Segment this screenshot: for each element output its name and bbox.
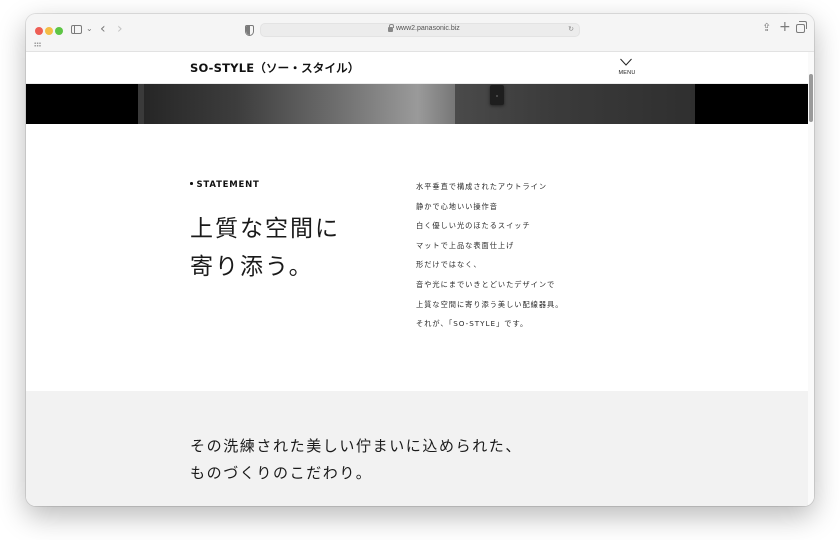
site-header: SO-STYLE（ソー・スタイル） MENU xyxy=(26,52,808,84)
bullet-dot xyxy=(190,182,193,185)
statement-body: 水平垂直で構成されたアウトライン 静かで心地いい操作音 白く優しい光のほたるスイ… xyxy=(416,182,563,339)
statement-line: 白く優しい光のほたるスイッチ xyxy=(416,221,531,231)
statement-line: それが、「SO-STYLE」です。 xyxy=(416,319,529,329)
forward-icon[interactable]: › xyxy=(117,22,123,36)
address-bar[interactable]: www2.panasonic.biz ↻ xyxy=(260,23,580,37)
statement-section: STATEMENT 上質な空間に 寄り添う。 水平垂直で構成されたアウトライン … xyxy=(26,124,808,391)
chevron-down-icon[interactable]: ⌄ xyxy=(86,25,93,33)
menu-label: MENU xyxy=(618,70,636,76)
menu-button[interactable]: MENU xyxy=(616,57,638,81)
craftsmanship-section: その洗練された美しい佇まいに込められた、 ものづくりのこだわり。 xyxy=(26,391,808,506)
statement-label-text: STATEMENT xyxy=(196,180,260,190)
back-icon[interactable]: ‹ xyxy=(100,22,106,36)
sidebar-icon[interactable] xyxy=(71,25,82,34)
statement-line: 水平垂直で構成されたアウトライン xyxy=(416,182,548,191)
share-icon[interactable]: ⇪ xyxy=(762,22,771,33)
craftsmanship-heading-line1: その洗練された美しい佇まいに込められた、 xyxy=(190,437,523,455)
statement-heading-line1: 上質な空間に xyxy=(190,216,340,242)
lock-icon xyxy=(388,24,394,32)
statement-heading-line2: 寄り添う。 xyxy=(190,254,314,280)
hero-image xyxy=(26,84,808,124)
hero-image-wall xyxy=(144,84,455,124)
url-text[interactable]: www2.panasonic.biz xyxy=(396,25,460,32)
site-title[interactable]: SO-STYLE（ソー・スタイル） xyxy=(190,60,360,76)
statement-line: 音や光にまでいきとどいたデザインで xyxy=(416,279,556,289)
tabs-icon[interactable] xyxy=(796,21,807,33)
reload-icon[interactable]: ↻ xyxy=(568,25,574,33)
statement-line: マットで上品な表面仕上げ xyxy=(416,240,515,250)
menu-chevron-icon xyxy=(620,58,632,66)
grid-icon[interactable] xyxy=(34,42,41,47)
browser-toolbar: ⌄ ‹ › www2.panasonic.biz ↻ ⇪ + xyxy=(26,14,814,52)
plus-icon[interactable]: + xyxy=(779,20,791,34)
page-content: SO-STYLE（ソー・スタイル） MENU STATEMENT 上質な空間に … xyxy=(26,52,814,506)
scrollbar[interactable] xyxy=(808,52,814,506)
statement-line: 上質な空間に寄り添う美しい配線器具。 xyxy=(416,299,564,309)
minimize-window-button[interactable] xyxy=(45,27,53,35)
hero-switch-image xyxy=(490,85,504,105)
browser-window: ⌄ ‹ › www2.panasonic.biz ↻ ⇪ + SO-STYLE（… xyxy=(26,14,814,506)
craftsmanship-heading-line2: ものづくりのこだわり。 xyxy=(190,464,373,482)
statement-label: STATEMENT xyxy=(190,180,260,190)
statement-line: 形だけではなく、 xyxy=(416,260,482,270)
statement-heading: 上質な空間に 寄り添う。 xyxy=(190,210,340,286)
scrollbar-thumb[interactable] xyxy=(809,74,813,122)
close-window-button[interactable] xyxy=(35,27,43,35)
zoom-window-button[interactable] xyxy=(55,27,63,35)
craftsmanship-heading: その洗練された美しい佇まいに込められた、 ものづくりのこだわり。 xyxy=(190,433,522,487)
shield-icon[interactable] xyxy=(245,25,254,36)
statement-line: 静かで心地いい操作音 xyxy=(416,201,498,211)
